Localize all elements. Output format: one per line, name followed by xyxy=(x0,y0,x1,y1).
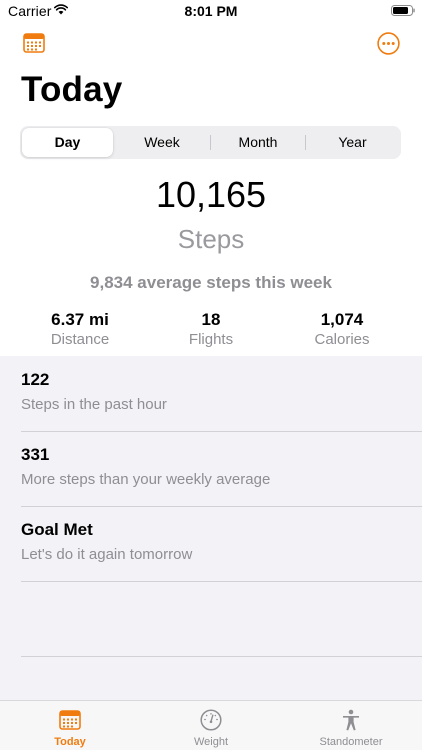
row-separator xyxy=(21,656,422,657)
standing-person-icon xyxy=(343,709,359,731)
tab-weight[interactable]: Weight xyxy=(141,701,281,750)
tab-today[interactable]: Today xyxy=(0,701,140,750)
calendar-icon xyxy=(23,33,45,53)
tab-label: Standometer xyxy=(319,736,383,748)
period-segmented-control: Day Week Month Year xyxy=(20,126,401,159)
status-bar: Carrier 8:01 PM xyxy=(0,0,422,24)
steps-count: 10,165 xyxy=(155,174,267,215)
tab-bar: Today Weight Standometer xyxy=(0,700,422,750)
segment-week[interactable]: Week xyxy=(115,126,209,159)
stat-distance: 6.37 mi Distance xyxy=(10,310,150,349)
stat-calories: 1,074 Calories xyxy=(272,310,412,349)
weekly-average-text: 9,834 average steps this week xyxy=(90,273,332,292)
page-title: Today xyxy=(21,70,123,109)
list-item-title: 122 xyxy=(21,370,50,389)
list-item[interactable]: 122 Steps in the past hour xyxy=(0,356,422,431)
list-item-title: Goal Met xyxy=(21,520,93,539)
segment-year[interactable]: Year xyxy=(306,126,399,159)
stat-label: Distance xyxy=(50,331,110,348)
insights-list: 122 Steps in the past hour 331 More step… xyxy=(0,356,422,700)
tab-standometer[interactable]: Standometer xyxy=(281,701,421,750)
list-item-title: 331 xyxy=(21,445,50,464)
calendar-icon xyxy=(59,710,81,730)
scale-gauge-icon xyxy=(200,709,222,731)
list-item-subtitle: Steps in the past hour xyxy=(21,396,167,413)
stat-flights: 18 Flights xyxy=(141,310,281,349)
tab-label: Today xyxy=(54,736,86,748)
stat-label: Flights xyxy=(188,331,234,348)
status-time: 8:01 PM xyxy=(184,3,238,19)
battery-icon xyxy=(391,5,415,16)
stat-value: 18 xyxy=(201,310,221,329)
calendar-button[interactable] xyxy=(23,32,45,54)
row-separator xyxy=(21,581,422,582)
tab-label: Weight xyxy=(193,736,229,748)
app-screen: Carrier 8:01 PM Today Day Week Month Yea… xyxy=(0,0,422,750)
more-ellipsis-circle-icon xyxy=(377,32,400,55)
list-item-subtitle: Let's do it again tomorrow xyxy=(21,546,193,563)
segment-day[interactable]: Day xyxy=(22,128,113,157)
list-item-subtitle: More steps than your weekly average xyxy=(21,471,271,488)
steps-unit-label: Steps xyxy=(177,224,245,254)
stat-value: 1,074 xyxy=(320,310,364,329)
stat-value: 6.37 mi xyxy=(51,310,109,329)
segment-month[interactable]: Month xyxy=(211,126,305,159)
stat-label: Calories xyxy=(314,331,370,348)
list-item[interactable]: Goal Met Let's do it again tomorrow xyxy=(0,506,422,581)
more-button[interactable] xyxy=(377,32,400,55)
list-item[interactable]: 331 More steps than your weekly average xyxy=(0,431,422,506)
